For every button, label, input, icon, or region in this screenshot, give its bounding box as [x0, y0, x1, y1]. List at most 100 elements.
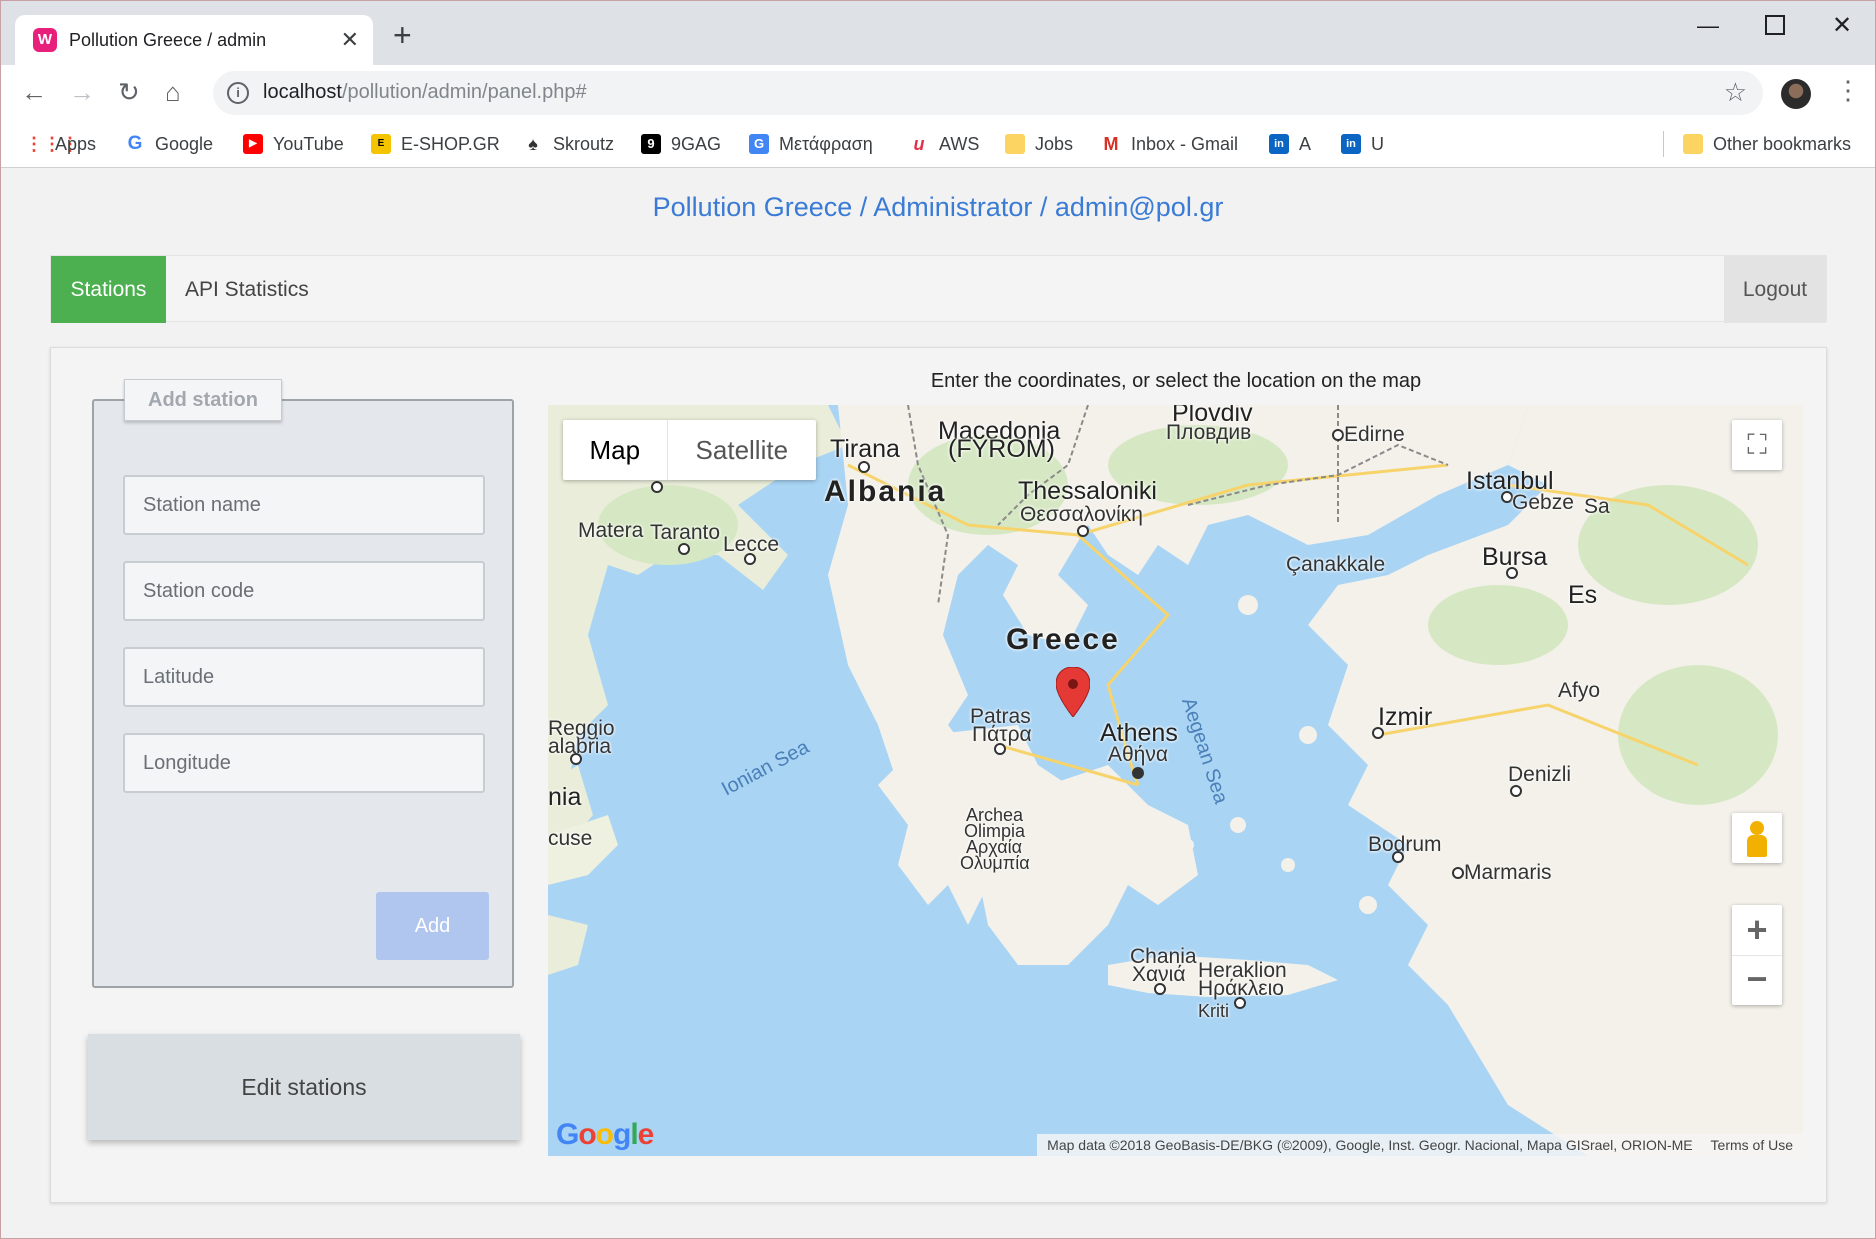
forward-icon[interactable]: → [69, 77, 95, 107]
city-dot [1392, 851, 1404, 863]
map-label-tirana: Tirana [830, 435, 900, 463]
map-label-fyrom: (FYROM) [948, 435, 1055, 463]
google-icon: G [127, 133, 143, 154]
map-label-gebze: Gebze [1512, 491, 1574, 514]
map-data-attribution: Map data ©2018 GeoBasis-DE/BKG (©2009), … [1047, 1137, 1693, 1153]
profile-avatar[interactable] [1781, 79, 1811, 109]
map-type-control: Map Satellite [563, 420, 816, 480]
browser-window: W Pollution Greece / admin ✕ + — ✕ ← → ↻… [0, 0, 1876, 1239]
close-window-icon[interactable]: ✕ [1832, 11, 1852, 40]
map-label-marmaris: Marmaris [1464, 861, 1552, 884]
site-info-icon[interactable]: i [227, 82, 249, 104]
youtube-icon: ▶ [243, 134, 263, 154]
bookmark-youtube[interactable]: ▶ YouTube [243, 129, 344, 159]
map-label-greece: Greece [1006, 623, 1120, 656]
admin-navbar: Stations API Statistics Logout [50, 255, 1827, 323]
linkedin-icon: in [1269, 134, 1289, 154]
map-label-edirne: Edirne [1344, 423, 1405, 446]
9gag-icon: 9 [641, 134, 661, 154]
bookmark-linkedin-a[interactable]: in A [1269, 129, 1311, 159]
map-caption: Enter the coordinates, or select the loc… [930, 370, 1422, 392]
city-dot [1506, 567, 1518, 579]
city-dot [651, 481, 663, 493]
wamp-favicon-icon: W [33, 28, 57, 52]
bookmark-label: Google [155, 133, 214, 154]
zoom-out-icon[interactable]: − [1732, 956, 1782, 1005]
translate-icon: G [749, 134, 769, 154]
minimize-icon[interactable]: — [1697, 13, 1719, 39]
city-dot [1452, 867, 1464, 879]
tab-strip: W Pollution Greece / admin ✕ + — ✕ [1, 1, 1875, 65]
bookmark-9gag[interactable]: 9 9GAG [641, 129, 721, 159]
map-type-satellite-button[interactable]: Satellite [668, 420, 816, 480]
bookmark-google[interactable]: G Google [125, 129, 213, 159]
map-label-es: Es [1568, 581, 1598, 609]
edit-stations-button[interactable]: Edit stations [88, 1034, 520, 1140]
browser-tab[interactable]: W Pollution Greece / admin ✕ [15, 15, 373, 65]
bookmark-label: A [1299, 133, 1312, 154]
fullscreen-icon[interactable]: ⛶ [1732, 420, 1782, 470]
map-type-map-button[interactable]: Map [563, 420, 668, 480]
zoom-in-icon[interactable]: + [1732, 905, 1782, 956]
city-dot [858, 461, 870, 473]
bookmark-skroutz[interactable]: ♠ Skroutz [523, 129, 614, 159]
city-dot [1372, 727, 1384, 739]
bookmark-other[interactable]: Other bookmarks [1683, 129, 1851, 159]
home-icon[interactable]: ⌂ [165, 77, 181, 107]
maximize-icon[interactable] [1765, 15, 1785, 35]
nav-stations-tab[interactable]: Stations [51, 256, 166, 323]
new-tab-icon[interactable]: + [393, 19, 412, 51]
bookmark-label: E-SHOP.GR [401, 133, 500, 154]
page-content: Pollution Greece / Administrator / admin… [1, 168, 1875, 1238]
bookmark-label: Other bookmarks [1713, 133, 1852, 154]
url-host: localhost [263, 81, 342, 103]
page-title: Pollution Greece / Administrator / admin… [652, 192, 1224, 222]
close-tab-icon[interactable]: ✕ [341, 27, 359, 53]
google-logo: Google [556, 1118, 654, 1151]
map-label-nia: nia [548, 783, 582, 811]
city-dot [678, 543, 690, 555]
street-view-pegman-icon[interactable] [1732, 813, 1782, 863]
back-icon[interactable]: ← [21, 77, 47, 107]
add-station-legend: Add station [124, 379, 282, 421]
bookmark-star-icon[interactable]: ☆ [1724, 77, 1747, 108]
station-name-input[interactable] [123, 475, 485, 535]
bookmark-translate[interactable]: G Μετάφραση [749, 129, 873, 159]
bookmarks-separator [1663, 131, 1664, 157]
skroutz-icon: ♠ [528, 134, 538, 154]
linkedin-icon: in [1341, 134, 1361, 154]
bookmark-label: Skroutz [553, 133, 615, 154]
folder-icon [1683, 134, 1703, 154]
nav-api-statistics-tab[interactable]: API Statistics [185, 256, 309, 323]
google-map[interactable]: Macedonia (FYROM) Plovdiv Пловдив Edirne… [548, 405, 1803, 1156]
logout-button[interactable]: Logout [1724, 256, 1826, 323]
add-station-button[interactable]: Add [376, 892, 489, 960]
bookmark-label: Jobs [1035, 133, 1074, 154]
bookmark-label: Μετάφραση [779, 133, 873, 154]
map-label-olympia-gr: Ολυμπία [960, 853, 1030, 873]
city-dot [1332, 429, 1344, 441]
bookmark-linkedin-u[interactable]: in U [1341, 129, 1384, 159]
bookmark-label: YouTube [273, 133, 344, 154]
terms-of-use-link[interactable]: Terms of Use [1711, 1137, 1793, 1153]
bookmark-apps[interactable]: ⋮⋮⋮ Apps [25, 129, 96, 159]
map-label-cuse: cuse [548, 827, 593, 850]
bookmark-eshop[interactable]: E E-SHOP.GR [371, 129, 500, 159]
browser-menu-icon[interactable]: ⋮ [1835, 75, 1861, 106]
apps-grid-icon: ⋮⋮⋮ [25, 134, 79, 154]
city-dot [1510, 785, 1522, 797]
longitude-input[interactable] [123, 733, 485, 793]
map-label-thessaloniki: Thessaloniki [1018, 477, 1157, 505]
station-code-input[interactable] [123, 561, 485, 621]
bookmark-aws[interactable]: u AWS [909, 129, 980, 159]
address-bar[interactable]: i localhost/pollution/admin/panel.php# ☆ [213, 71, 1763, 115]
bookmark-jobs[interactable]: Jobs [1005, 129, 1073, 159]
bookmark-label: Apps [55, 133, 97, 154]
aws-icon: u [913, 134, 925, 154]
location-marker-icon[interactable] [1056, 667, 1090, 717]
map-label-bodrum: Bodrum [1368, 833, 1442, 856]
reload-icon[interactable]: ↻ [118, 77, 140, 107]
bookmark-gmail[interactable]: M Inbox - Gmail [1101, 129, 1239, 159]
bookmarks-bar: ⋮⋮⋮ Apps G Google ▶ YouTube E E-SHOP.GR ♠ Skr… [1, 121, 1875, 168]
latitude-input[interactable] [123, 647, 485, 707]
